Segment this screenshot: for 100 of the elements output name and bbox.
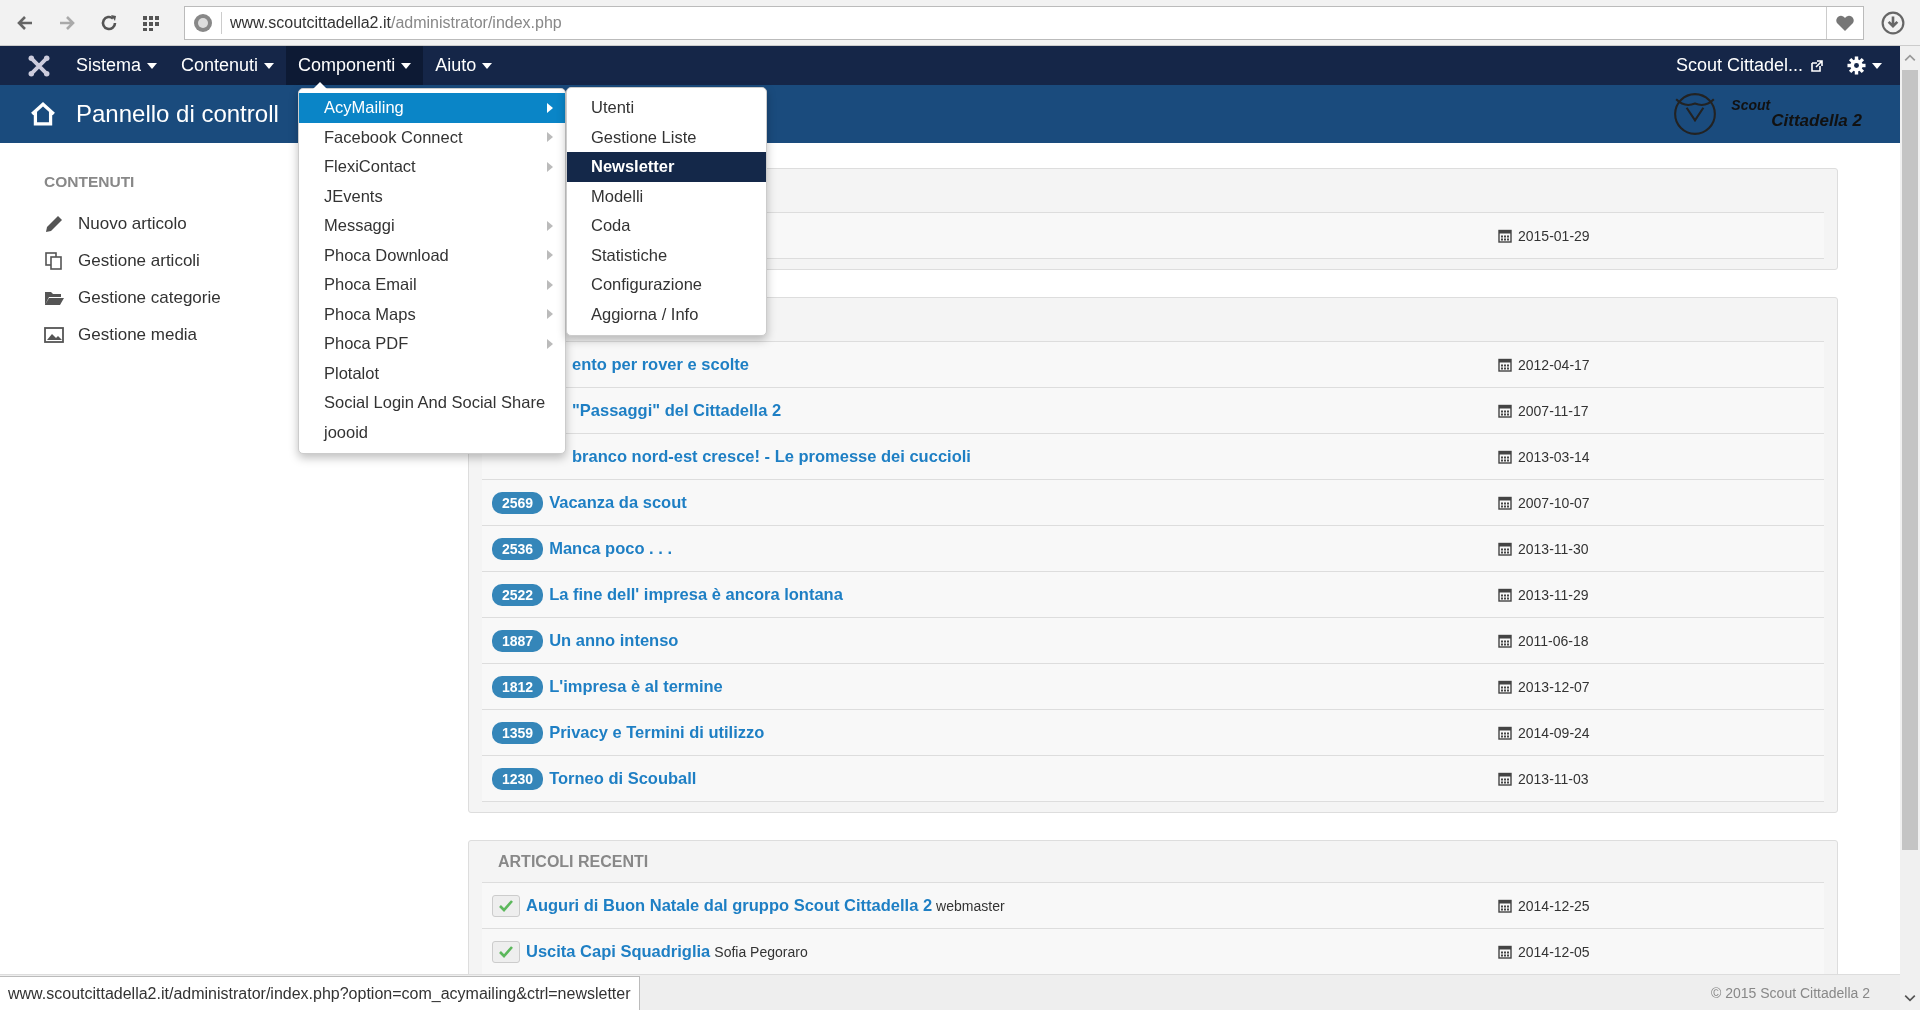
author-name: Sofia Pegoraro xyxy=(714,943,808,960)
article-date: 2014-09-24 xyxy=(1518,724,1590,741)
address-bar[interactable]: www.scoutcittadella2.it/administrator/index.php xyxy=(184,5,1864,40)
menu-item[interactable]: joooid xyxy=(299,417,565,447)
pencil-icon xyxy=(44,213,64,234)
article-date: 2013-12-07 xyxy=(1518,678,1590,695)
publish-toggle[interactable] xyxy=(492,940,520,963)
menu-item[interactable]: Configurazione xyxy=(567,270,766,300)
menu-item[interactable]: Aggiorna / Info xyxy=(567,299,766,329)
hits-count: 1812 xyxy=(492,675,544,698)
heart-icon[interactable] xyxy=(1835,13,1855,32)
caret-icon xyxy=(264,62,275,69)
article-link[interactable]: Privacy e Termini di utilizzo xyxy=(549,723,765,742)
article-date: 2013-11-30 xyxy=(1518,540,1589,557)
logo-icon[interactable] xyxy=(28,54,50,77)
logo-text: Scout xyxy=(1731,97,1772,113)
globe-icon xyxy=(193,12,213,33)
submenu-arrow-icon xyxy=(547,102,553,113)
scrollbar[interactable] xyxy=(1900,46,1920,1010)
menu-item[interactable]: FlexiContact xyxy=(299,152,565,182)
hits-count: 1359 xyxy=(492,721,544,744)
article-date: 2014-12-25 xyxy=(1518,897,1590,914)
caret-icon xyxy=(401,62,412,69)
calendar-icon xyxy=(1498,403,1512,418)
submenu-arrow-icon xyxy=(547,309,553,320)
menu-item[interactable]: Phoca Maps xyxy=(299,299,565,329)
menu-item[interactable]: Statistiche xyxy=(567,240,766,270)
calendar-icon xyxy=(1498,495,1512,510)
hits-count: 2522 xyxy=(492,583,544,606)
article-link[interactable]: "Passaggi" del Cittadella 2 xyxy=(572,401,782,420)
copy-icon xyxy=(44,250,64,271)
nav-menu[interactable]: Componenti xyxy=(286,46,424,85)
publish-toggle[interactable] xyxy=(492,894,520,917)
calendar-icon xyxy=(1498,357,1512,372)
hits-count: 1887 xyxy=(492,629,544,652)
menu-item[interactable]: AcyMailing xyxy=(299,93,565,123)
article-date: 2012-04-17 xyxy=(1518,356,1590,373)
menu-item[interactable]: Coda xyxy=(567,211,766,241)
menu-item[interactable]: Newsletter xyxy=(567,152,766,182)
article-date: 2013-11-03 xyxy=(1518,770,1589,787)
article-date: 2015-01-29 xyxy=(1518,227,1590,244)
url-path: /administrator/index.php xyxy=(390,13,562,32)
caret-icon xyxy=(147,62,158,69)
article-link[interactable]: Manca poco . . . xyxy=(549,539,672,558)
article-link[interactable]: Uscita Capi Squadriglia xyxy=(526,942,711,961)
hits-count: 1230 xyxy=(492,767,544,790)
article-link[interactable]: Auguri di Buon Natale dal gruppo Scout Cittadella 2 xyxy=(526,896,933,915)
url-host: www.scoutcittadella2.it xyxy=(230,13,391,32)
submenu-arrow-icon xyxy=(547,250,553,261)
page-title: Pannello di controll xyxy=(76,100,279,128)
submenu-arrow-icon xyxy=(547,161,553,172)
sidebar-heading: CONTENUTI xyxy=(44,173,136,191)
calendar-icon xyxy=(1498,944,1512,959)
calendar-icon xyxy=(1498,771,1512,786)
menu-item[interactable]: Phoca Email xyxy=(299,270,565,300)
article-date: 2013-03-14 xyxy=(1518,448,1590,465)
site-link[interactable]: Scout Cittadel... xyxy=(1675,55,1823,76)
caret-icon xyxy=(1872,62,1882,69)
menu-item[interactable]: Messaggi xyxy=(299,211,565,241)
submenu-arrow-icon xyxy=(547,279,553,290)
menu-item[interactable]: Modelli xyxy=(567,181,766,211)
menu-item[interactable]: Phoca Download xyxy=(299,240,565,270)
calendar-icon xyxy=(1498,725,1512,740)
calendar-icon xyxy=(1498,679,1512,694)
article-link[interactable]: Vacanza da scout xyxy=(549,493,687,512)
submenu-arrow-icon xyxy=(547,132,553,143)
home-icon xyxy=(30,102,56,126)
menu-item[interactable]: Phoca PDF xyxy=(299,329,565,359)
check-icon xyxy=(499,899,513,912)
menu-item[interactable]: JEvents xyxy=(299,181,565,211)
author-name: webmaster xyxy=(936,897,1005,914)
scroll-down-icon[interactable] xyxy=(1904,994,1916,1002)
article-link[interactable]: La fine dell' impresa è ancora lontana xyxy=(549,585,843,604)
article-link[interactable]: Un anno intenso xyxy=(549,631,679,650)
article-link[interactable]: branco nord-est cresce! - Le promesse dei cuccioli xyxy=(572,447,971,466)
article-date: 2007-11-17 xyxy=(1518,402,1589,419)
menu-item[interactable]: Gestione Liste xyxy=(567,122,766,152)
reload-icon[interactable] xyxy=(99,12,119,33)
calendar-icon xyxy=(1498,587,1512,602)
article-date: 2011-06-18 xyxy=(1518,632,1589,649)
menu-item[interactable]: Utenti xyxy=(567,93,766,123)
check-icon xyxy=(499,945,513,958)
settings-button[interactable] xyxy=(1847,56,1882,75)
article-link[interactable]: Torneo di Scouball xyxy=(549,769,697,788)
settings-icon xyxy=(1847,56,1866,75)
menu-item[interactable]: Facebook Connect xyxy=(299,122,565,152)
nav-menu[interactable]: Contenuti xyxy=(169,46,287,85)
download-icon[interactable] xyxy=(1881,10,1905,35)
menu-item[interactable]: Plotalot xyxy=(299,358,565,388)
calendar-icon xyxy=(1498,228,1512,243)
article-link[interactable]: ento per rover e scolte xyxy=(572,355,749,374)
submenu-arrow-icon xyxy=(547,338,553,349)
calendar-icon xyxy=(1498,449,1512,464)
nav-menu[interactable]: Sistema xyxy=(64,46,170,85)
submenu-arrow-icon xyxy=(547,220,553,231)
nav-menu[interactable]: Aiuto xyxy=(423,46,505,85)
caret-icon xyxy=(482,62,493,69)
menu-item[interactable]: Social Login And Social Share xyxy=(299,388,565,418)
article-link[interactable]: L'impresa è al termine xyxy=(549,677,723,696)
logo-text: Cittadella 2 xyxy=(1771,112,1862,131)
